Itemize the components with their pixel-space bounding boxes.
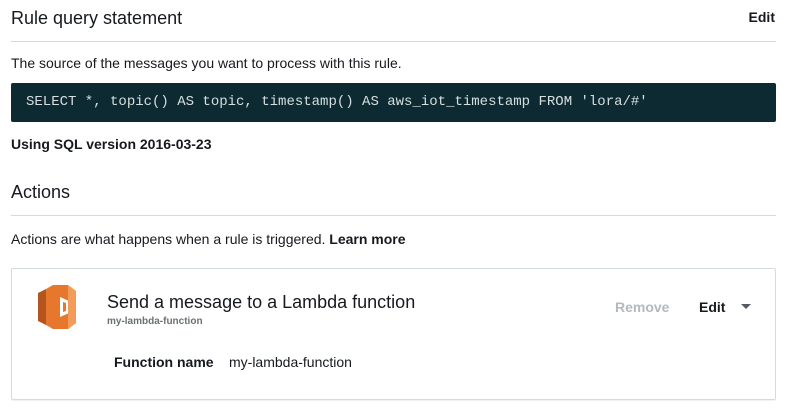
rule-query-header: Rule query statement Edit	[11, 8, 775, 29]
actions-description-text: Actions are what happens when a rule is …	[11, 231, 326, 247]
action-subtitle: my-lambda-function	[107, 316, 203, 327]
remove-button[interactable]: Remove	[615, 299, 669, 315]
function-name-label: Function name	[114, 354, 214, 370]
learn-more-link[interactable]: Learn more	[329, 231, 405, 247]
rule-query-divider	[11, 41, 776, 42]
lambda-icon	[38, 285, 76, 329]
rule-query-title: Rule query statement	[11, 8, 183, 28]
actions-header: Actions	[11, 182, 775, 203]
chevron-down-icon[interactable]	[741, 304, 751, 309]
actions-title: Actions	[11, 182, 71, 202]
actions-description: Actions are what happens when a rule is …	[11, 231, 406, 247]
rule-query-edit-button[interactable]: Edit	[749, 9, 775, 25]
sql-statement: SELECT *, topic() AS topic, timestamp() …	[11, 83, 776, 122]
function-name-value: my-lambda-function	[229, 354, 352, 370]
sql-version: Using SQL version 2016-03-23	[11, 136, 212, 152]
rule-query-description: The source of the messages you want to p…	[11, 55, 402, 71]
actions-divider	[11, 215, 776, 216]
action-title: Send a message to a Lambda function	[107, 292, 416, 312]
action-edit-button[interactable]: Edit	[699, 299, 725, 315]
lambda-action-card: Send a message to a Lambda function my-l…	[11, 268, 776, 400]
